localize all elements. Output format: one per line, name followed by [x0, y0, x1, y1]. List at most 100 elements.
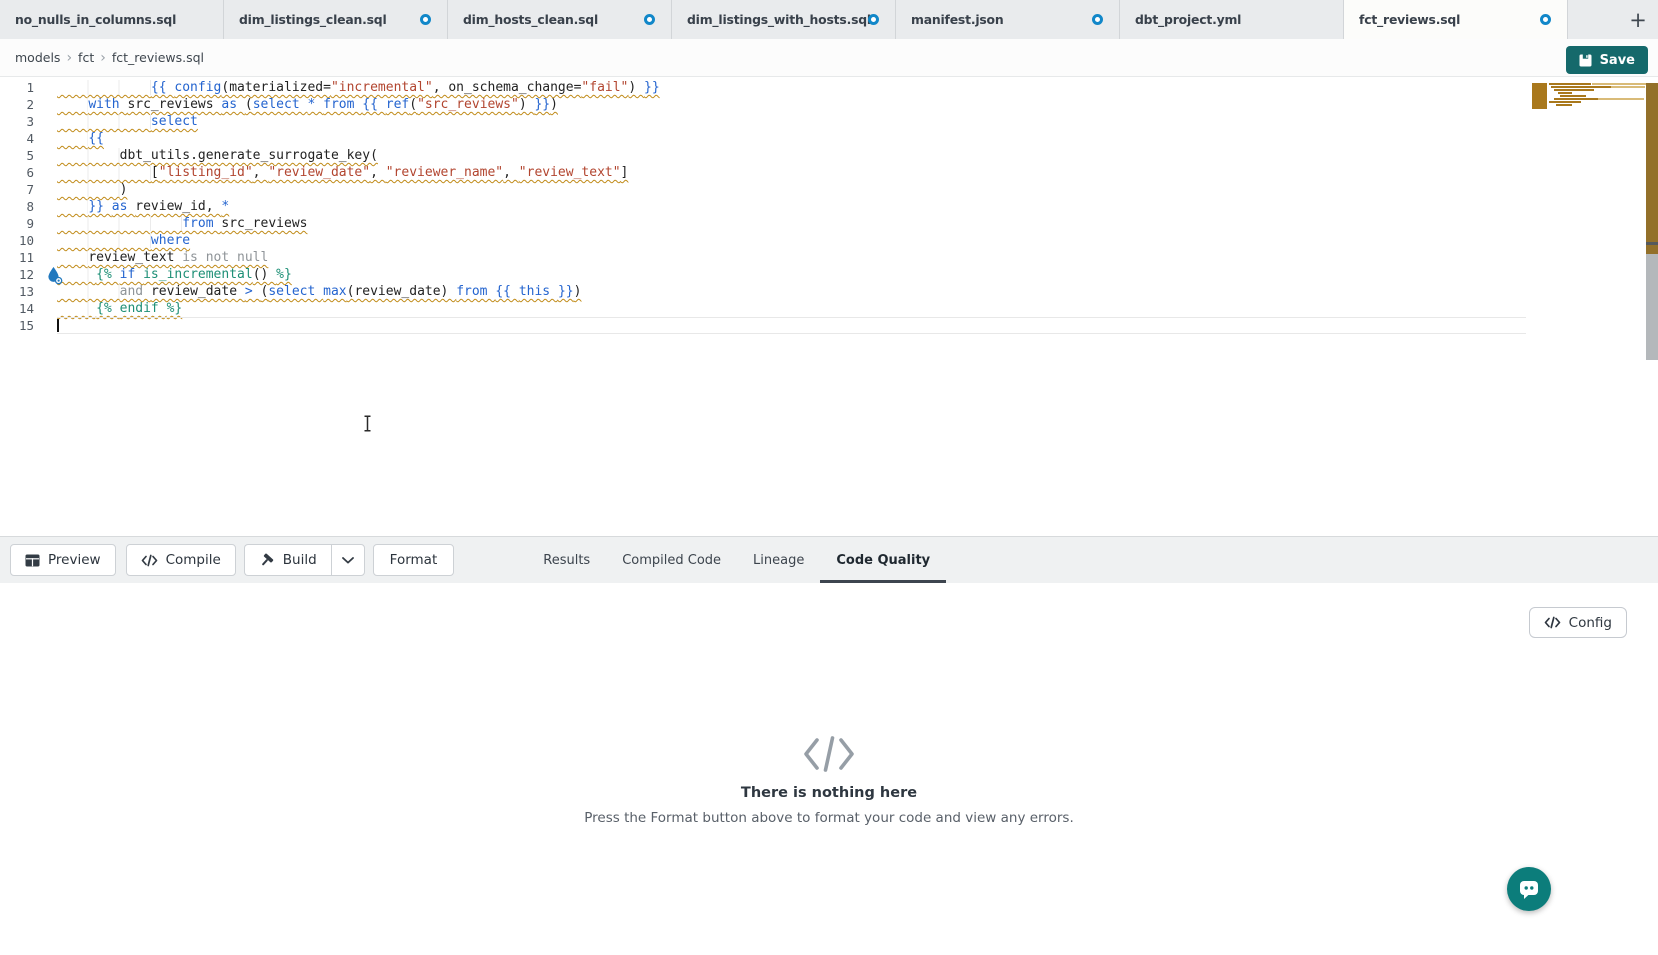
code-line[interactable]: 11 review_text is not null — [0, 249, 1658, 266]
code-line-text: with src_reviews as (select * from {{ re… — [57, 96, 558, 113]
modified-dot-icon[interactable] — [868, 14, 879, 25]
code-line-text: {{ config(materialized="incremental", on… — [57, 79, 660, 96]
preview-label: Preview — [48, 552, 101, 568]
panel-tab-lineage[interactable]: Lineage — [737, 537, 820, 584]
dbt-ide-window: no_nulls_in_columns.sql dim_listings_clea… — [0, 0, 1658, 955]
modified-dot-icon[interactable] — [420, 14, 431, 25]
code-line-text: where — [57, 232, 190, 249]
file-tab-label: no_nulls_in_columns.sql — [15, 12, 176, 27]
modified-dot-icon[interactable] — [644, 14, 655, 25]
new-tab-button[interactable]: + — [1626, 8, 1650, 32]
code-line-text: dbt_utils.generate_surrogate_key( — [57, 147, 378, 164]
chevron-down-icon — [342, 557, 354, 564]
code-line-text: }} as review_id, * — [57, 198, 229, 215]
minimap-line-bar — [1560, 95, 1586, 97]
line-number: 5 — [0, 147, 34, 164]
modified-dot-icon[interactable] — [1092, 14, 1103, 25]
file-tab-bar: no_nulls_in_columns.sql dim_listings_clea… — [0, 0, 1658, 40]
code-brackets-icon — [141, 554, 158, 567]
code-line[interactable]: 1 {{ config(materialized="incremental", … — [0, 79, 1658, 96]
editor-header: models › fct › fct_reviews.sql Save — [0, 39, 1658, 77]
line-number: 6 — [0, 164, 34, 181]
file-tab[interactable]: no_nulls_in_columns.sql — [0, 0, 224, 39]
file-tab[interactable]: manifest.json — [896, 0, 1120, 39]
code-line-text: ) — [57, 181, 127, 198]
scrollbar-thumb[interactable] — [1646, 254, 1658, 360]
code-line-text: from src_reviews — [57, 215, 307, 232]
file-tab-label: dim_listings_with_hosts.sql — [687, 12, 871, 27]
build-button[interactable]: Build — [244, 544, 331, 576]
minimap-line-bar — [1598, 98, 1644, 100]
line-number: 2 — [0, 96, 34, 113]
config-button[interactable]: Config — [1529, 607, 1627, 638]
compile-button[interactable]: Compile — [126, 544, 236, 576]
file-tabs: no_nulls_in_columns.sql dim_listings_clea… — [0, 0, 1568, 39]
code-line[interactable]: 6 ["listing_id", "review_date", "reviewe… — [0, 164, 1658, 181]
chevron-right-icon: › — [66, 51, 72, 65]
code-line[interactable]: 12 {% if is_incremental() %} — [0, 266, 1658, 283]
line-number: 15 — [0, 317, 34, 334]
panel-tabs: ResultsCompiled CodeLineageCode Quality — [527, 537, 946, 584]
code-brackets-icon — [1544, 616, 1561, 629]
config-label: Config — [1569, 615, 1612, 631]
panel-tab-results[interactable]: Results — [527, 537, 606, 584]
code-line[interactable]: 10 where — [0, 232, 1658, 249]
breadcrumb-fct[interactable]: fct — [78, 50, 94, 65]
file-tab[interactable]: dbt_project.yml — [1120, 0, 1344, 39]
minimap-line-bar — [1549, 83, 1591, 85]
file-tab[interactable]: dim_hosts_clean.sql — [448, 0, 672, 39]
file-tab[interactable]: dim_listings_clean.sql — [224, 0, 448, 39]
code-line-text: review_text is not null — [57, 249, 268, 266]
floppy-disk-icon — [1579, 54, 1592, 67]
code-editor[interactable]: 1 {{ config(materialized="incremental", … — [0, 77, 1658, 536]
modified-dot-icon[interactable] — [1540, 14, 1551, 25]
code-line[interactable]: 5 dbt_utils.generate_surrogate_key( — [0, 147, 1658, 164]
action-toolbar: Preview Compile Build Format — [0, 536, 1658, 583]
code-line[interactable]: 9 from src_reviews — [0, 215, 1658, 232]
file-tab[interactable]: fct_reviews.sql — [1344, 0, 1568, 40]
empty-state-subtitle: Press the Format button above to format … — [479, 810, 1179, 826]
empty-state: There is nothing here Press the Format b… — [479, 735, 1179, 826]
breadcrumb-models[interactable]: models — [15, 50, 60, 65]
code-line[interactable]: 3 select — [0, 113, 1658, 130]
code-line[interactable]: 4 {{ — [0, 130, 1658, 147]
code-line[interactable]: 2 with src_reviews as (select * from {{ … — [0, 96, 1658, 113]
panel-tab-code-quality[interactable]: Code Quality — [820, 537, 946, 584]
line-number: 8 — [0, 198, 34, 215]
text-caret — [57, 319, 59, 332]
chat-fab-button[interactable] — [1507, 867, 1551, 911]
save-button[interactable]: Save — [1566, 46, 1648, 74]
code-line[interactable]: 7 ) — [0, 181, 1658, 198]
results-panel: Config There is nothing here Press the F… — [0, 583, 1658, 955]
dbt-droplet-marker-icon[interactable] — [46, 266, 63, 285]
minimap-line-bar — [1558, 92, 1572, 94]
build-dropdown-button[interactable] — [331, 544, 365, 576]
code-content[interactable]: 1 {{ config(materialized="incremental", … — [0, 79, 1658, 334]
editor-minimap[interactable] — [1532, 83, 1645, 113]
line-number: 3 — [0, 113, 34, 130]
line-number: 10 — [0, 232, 34, 249]
panel-tab-compiled-code[interactable]: Compiled Code — [606, 537, 737, 584]
file-tab[interactable]: dim_listings_with_hosts.sql — [672, 0, 896, 39]
preview-button[interactable]: Preview — [10, 544, 116, 576]
editor-scrollbar[interactable] — [1646, 77, 1658, 536]
compile-label: Compile — [166, 552, 221, 568]
line-number: 14 — [0, 300, 34, 317]
code-line-text: {% if is_incremental() %} — [57, 266, 292, 283]
code-line[interactable]: 15 — [0, 317, 1658, 334]
code-line[interactable]: 8 }} as review_id, * — [0, 198, 1658, 215]
scrollbar-position-marker — [1646, 242, 1658, 245]
save-label: Save — [1600, 53, 1635, 68]
breadcrumb-file: fct_reviews.sql — [112, 50, 204, 65]
minimap-line-bar — [1556, 104, 1572, 106]
build-split-button: Build — [244, 544, 365, 576]
chat-bubble-icon — [1517, 877, 1541, 901]
format-button[interactable]: Format — [373, 544, 455, 576]
breadcrumb: models › fct › fct_reviews.sql — [15, 50, 204, 65]
code-line[interactable]: 14 {% endif %} — [0, 300, 1658, 317]
code-line[interactable]: 13 and review_date > (select max(review_… — [0, 283, 1658, 300]
table-preview-icon — [25, 554, 40, 567]
line-number: 13 — [0, 283, 34, 300]
empty-state-title: There is nothing here — [479, 785, 1179, 801]
code-brackets-large-icon — [803, 735, 855, 773]
